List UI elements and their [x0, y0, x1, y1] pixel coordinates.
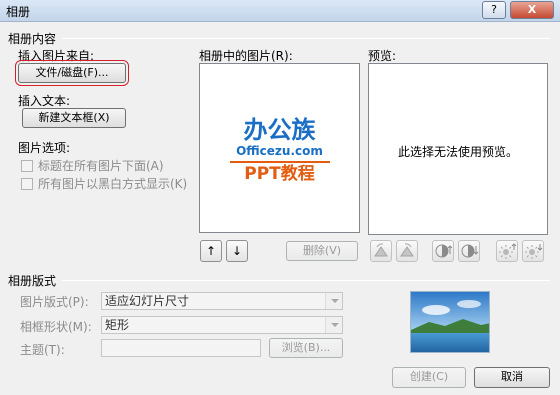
theme-input[interactable] — [101, 339, 261, 357]
watermark-logo: 办公族 Officezu.com PPT教程 — [200, 116, 359, 185]
insert-from-label: 插入图片来自: — [18, 49, 95, 63]
help-button[interactable]: ? — [482, 1, 506, 19]
rotate-right-button[interactable] — [396, 240, 418, 262]
preview-label: 预览: — [368, 49, 397, 63]
logo-chinese: 办公族 — [243, 116, 316, 144]
new-textbox-button[interactable]: 新建文本框(X) — [22, 108, 126, 128]
pictures-listbox[interactable]: 办公族 Officezu.com PPT教程 — [199, 63, 360, 233]
rotate-right-icon — [400, 243, 414, 257]
picture-layout-value: 适应幻灯片尺寸 — [105, 294, 190, 308]
rotate-left-icon — [374, 243, 388, 257]
cancel-button[interactable]: 取消 — [474, 367, 550, 388]
captions-below-label: 标题在所有图片下面(A) — [38, 159, 164, 173]
album-dialog: 相册 ? X 相册内容 插入图片来自: 文件/磁盘(F)... 插入文本: 新建… — [0, 0, 560, 395]
contrast-down-icon — [461, 244, 479, 258]
captions-below-checkbox[interactable]: 标题在所有图片下面(A) — [21, 157, 164, 174]
brightness-down-button[interactable] — [522, 240, 544, 262]
content-divider — [62, 38, 550, 39]
frame-shape-label: 相框形状(M): — [20, 320, 92, 334]
insert-text-label: 插入文本: — [18, 94, 71, 108]
chevron-down-icon — [325, 317, 342, 333]
brightness-up-button[interactable] — [496, 240, 518, 262]
checkbox-box — [21, 177, 33, 190]
contrast-up-icon — [435, 244, 453, 258]
logo-site: Officezu.com — [236, 144, 323, 158]
black-white-checkbox[interactable]: 所有图片以黑白方式显示(K) — [21, 175, 187, 192]
dialog-title: 相册 — [6, 5, 31, 19]
frame-shape-value: 矩形 — [105, 318, 130, 332]
preview-message: 此选择无法使用预览。 — [397, 145, 518, 159]
preview-pane: 此选择无法使用预览。 — [368, 63, 548, 235]
checkbox-box — [21, 159, 33, 172]
chevron-down-icon — [325, 293, 342, 309]
contrast-down-button[interactable] — [458, 240, 480, 262]
create-button[interactable]: 创建(C) — [392, 367, 466, 388]
title-bar: 相册 ? X — [0, 0, 560, 22]
rotate-left-button[interactable] — [370, 240, 392, 262]
layout-section-title: 相册版式 — [8, 274, 57, 288]
logo-tagline: PPT教程 — [244, 164, 315, 184]
layout-divider — [62, 280, 550, 281]
remove-button[interactable]: 删除(V) — [286, 241, 358, 261]
close-button[interactable]: X — [510, 1, 554, 19]
file-disk-button[interactable]: 文件/磁盘(F)... — [15, 60, 129, 86]
browse-button[interactable]: 浏览(B)... — [269, 338, 343, 358]
picture-layout-select[interactable]: 适应幻灯片尺寸 — [101, 292, 343, 310]
frame-shape-select[interactable]: 矩形 — [101, 316, 343, 334]
brightness-up-icon — [499, 243, 517, 259]
move-up-button[interactable]: ↑ — [200, 240, 222, 262]
theme-label: 主题(T): — [20, 343, 65, 357]
pictures-in-album-label: 相册中的图片(R): — [199, 49, 293, 63]
black-white-label: 所有图片以黑白方式显示(K) — [38, 177, 188, 191]
move-down-button[interactable]: ↓ — [226, 240, 248, 262]
content-section-title: 相册内容 — [8, 32, 57, 46]
picture-options-label: 图片选项: — [18, 141, 71, 155]
layout-preview-thumbnail — [410, 291, 490, 353]
landscape-thumbnail-icon — [411, 292, 489, 352]
contrast-up-button[interactable] — [432, 240, 454, 262]
picture-layout-label: 图片版式(P): — [20, 295, 89, 309]
brightness-down-icon — [525, 244, 543, 259]
